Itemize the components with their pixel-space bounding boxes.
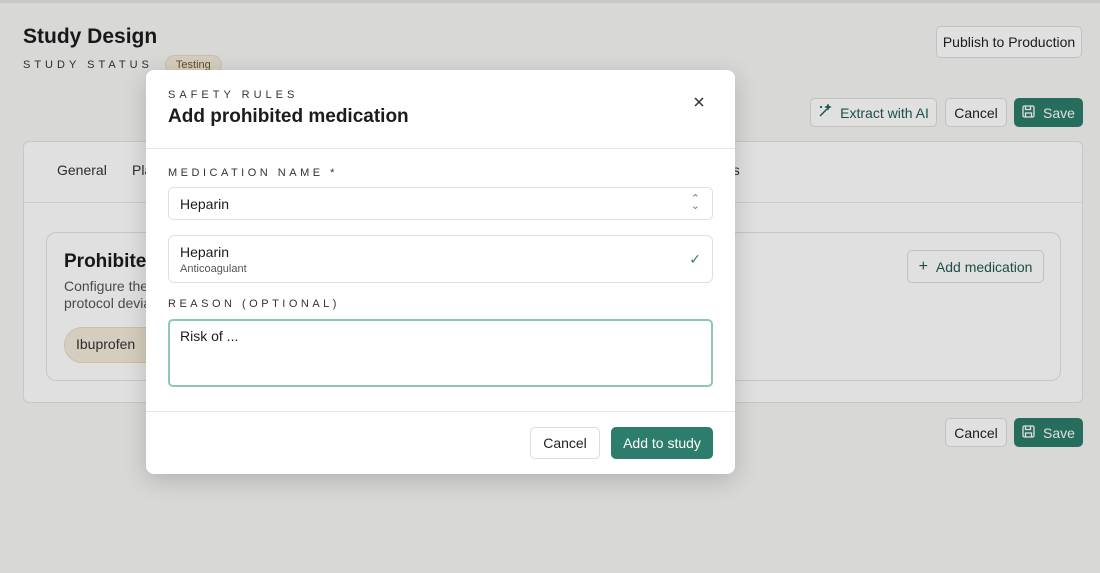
add-to-study-button[interactable]: Add to study [611, 427, 713, 459]
medication-name-label: MEDICATION NAME * [168, 167, 338, 179]
dialog-eyebrow: SAFETY RULES [168, 89, 299, 101]
dialog-footer-divider [146, 411, 735, 412]
chevron-up-down-icon: ⌃ ⌄ [690, 193, 700, 212]
dialog-divider [146, 148, 735, 149]
dialog-cancel-button[interactable]: Cancel [530, 427, 600, 459]
dialog-cancel-label: Cancel [543, 435, 587, 451]
option-category: Anticoagulant [180, 263, 247, 275]
add-medication-dialog: SAFETY RULES Add prohibited medication M… [146, 70, 735, 474]
dialog-title: Add prohibited medication [168, 106, 409, 127]
check-icon: ✓ [689, 251, 701, 267]
medication-select-value: Heparin [180, 196, 230, 212]
medication-option[interactable]: Heparin Anticoagulant ✓ [168, 235, 713, 283]
medication-select[interactable]: Heparin ⌃ ⌄ [168, 187, 713, 220]
add-to-study-label: Add to study [623, 435, 701, 451]
close-icon[interactable] [691, 94, 707, 110]
reason-label: REASON (OPTIONAL) [168, 298, 340, 310]
reason-textarea[interactable]: Risk of ... [168, 319, 713, 387]
option-name: Heparin [180, 244, 230, 260]
